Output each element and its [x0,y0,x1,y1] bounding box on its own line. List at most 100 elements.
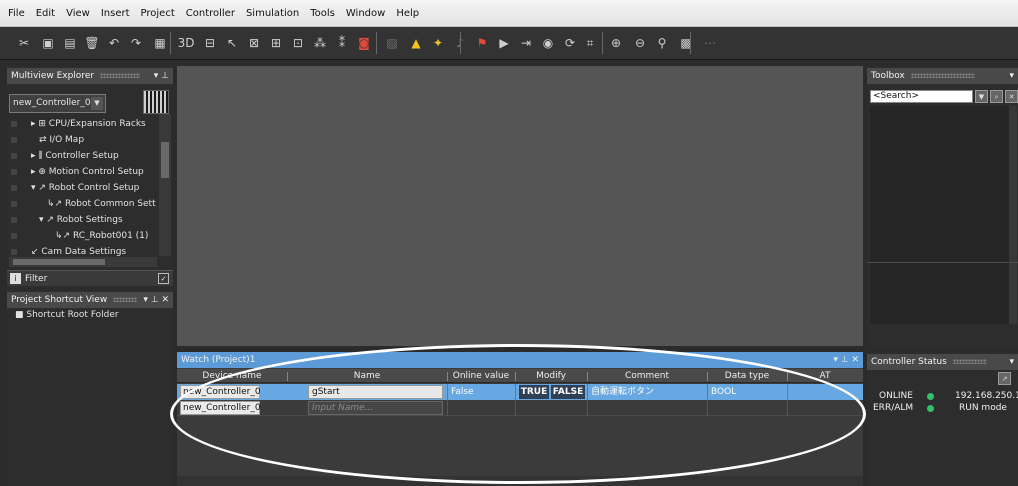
warning-icon[interactable]: ▲ [406,33,426,53]
find-icon[interactable]: ⁑ [332,33,352,53]
online-icon[interactable]: ⊠ [244,33,264,53]
divider [867,262,1018,263]
col-comment[interactable]: Comment [587,369,707,383]
menu-file[interactable]: File [8,8,25,19]
redo-icon[interactable]: ↷ [126,33,146,53]
tree-item-label: ▸ ⫼ Controller Setup [31,151,119,161]
expand-icon[interactable]: ↗ [998,372,1011,385]
menu-simulation[interactable]: Simulation [246,8,299,19]
tree-item[interactable]: ↳↗ Robot Common Sett [7,196,159,212]
controller-status-title-bar[interactable]: Controller Status ▾ [867,354,1018,370]
explorer-horizontal-scrollbar[interactable] [9,257,157,267]
chevron-down-icon[interactable]: ▾ [1009,68,1014,84]
table-row[interactable]: new_Controller_0 Input Name... [177,400,863,416]
col-device-name[interactable]: Device name [177,369,287,383]
toolbox-panel: Toolbox ▾ <Search> ▼ ⌕ ✕ [867,66,1018,346]
explorer-title-bar[interactable]: Multiview Explorer ▾ ⊥ [7,68,173,84]
cut-icon[interactable]: ✂ [14,33,34,53]
controller-status-title: Controller Status [871,357,947,367]
menu-edit[interactable]: Edit [36,8,55,19]
scrollbar-thumb[interactable] [161,142,169,178]
chevron-down-icon[interactable]: ▼ [91,97,103,110]
filter-toggle-icon[interactable]: ✓ [158,273,169,284]
step-over-icon[interactable]: ⇥ [516,33,536,53]
err-alm-label: ERR/ALM [873,403,914,413]
device-name-cell[interactable]: new_Controller_0 [180,401,261,415]
menu-tools[interactable]: Tools [310,8,335,19]
pin-icon[interactable]: ▾ ⊥ [154,68,169,84]
save-icon[interactable]: ▦ [150,33,170,53]
monitor-icon[interactable]: ▨ [382,33,402,53]
comment-cell[interactable]: 自動運転ボタン [587,384,707,400]
simulate-icon[interactable]: ▩ [676,33,696,53]
controller-select[interactable]: new_Controller_0 ▼ [9,94,106,113]
modify-true-button[interactable]: TRUE [519,385,549,399]
menu-window[interactable]: Window [346,8,385,19]
sync-icon[interactable]: ⊡ [288,33,308,53]
menu-view[interactable]: View [66,8,90,19]
toolbox-scrollbar[interactable] [1009,106,1017,324]
table-row[interactable]: new_Controller_0 gStart False TRUE FALSE… [177,384,863,400]
scrollbar-thumb[interactable] [13,259,105,265]
watch-title-bar[interactable]: Watch (Project)1 ▾ ⊥ ✕ [177,352,863,368]
tree-item[interactable]: ↳↗ RC_Robot001 (1) [7,228,159,244]
tree-item[interactable]: ▾ ↗ Robot Settings [7,212,159,228]
copy-icon[interactable]: ▣ [38,33,58,53]
variable-name-input[interactable]: gStart [308,385,443,399]
force-icon[interactable]: ✦ [428,33,448,53]
pin-close-icon[interactable]: ▾ ⊥ ✕ [833,352,859,368]
col-name[interactable]: Name [287,369,447,383]
filter-bar[interactable]: i Filter ✓ [7,270,173,286]
tree-item[interactable]: ▸ ⊞ CPU/Expansion Racks [7,116,159,132]
data-type-cell[interactable]: BOOL [707,384,787,400]
step-icon[interactable]: ▶ [494,33,514,53]
tree-gutter [11,233,17,239]
tree-item[interactable]: ▸ ⫼ Controller Setup [7,148,159,164]
search-replace-icon[interactable]: ⚲ [652,33,672,53]
modify-false-button[interactable]: FALSE [551,385,585,399]
reset-icon[interactable]: ⟳ [560,33,580,53]
tree-item[interactable]: ▾ ↗ Robot Control Setup [7,180,159,196]
tree-item[interactable]: ⇄ I/O Map [7,132,159,148]
search-dropdown-icon[interactable]: ▼ [975,90,988,103]
search-icon[interactable]: ⌕ [990,90,1003,103]
menu-help[interactable]: Help [396,8,419,19]
menu-controller[interactable]: Controller [186,8,235,19]
toolbox-search-input[interactable]: <Search> [870,90,973,103]
explorer-title: Multiview Explorer [11,71,95,81]
tree-item[interactable]: ▸ ⊕ Motion Control Setup [7,164,159,180]
menu-insert[interactable]: Insert [101,8,130,19]
clear-search-icon[interactable]: ✕ [1005,90,1018,103]
shortcut-root-folder[interactable]: ■ Shortcut Root Folder [15,310,119,320]
editor-area[interactable] [177,66,863,346]
explorer-vertical-scrollbar[interactable] [159,114,171,256]
build-icon[interactable]: ⊟ [200,33,220,53]
pointer-icon[interactable]: ↖ [222,33,242,53]
variable-name-input[interactable]: Input Name... [308,401,443,415]
toolbox-title-bar[interactable]: Toolbox ▾ [867,68,1018,84]
col-at[interactable]: AT [787,369,863,383]
zoom-fit-icon[interactable]: ⌗ [580,33,600,53]
stop-icon[interactable]: ◙ [354,33,374,53]
3d-icon[interactable]: 3D [176,33,196,53]
shortcut-title-bar[interactable]: Project Shortcut View ▾ ⊥ ✕ [7,292,173,308]
zoom-in-icon[interactable]: ⊕ [606,33,626,53]
delete-icon[interactable]: 🗑 [82,33,102,53]
watch-horizontal-scrollbar[interactable] [177,476,863,486]
paste-icon[interactable]: ▤ [60,33,80,53]
col-data-type[interactable]: Data type [707,369,787,383]
trace-icon[interactable]: ⋯ [700,33,720,53]
col-modify[interactable]: Modify [515,369,587,383]
zoom-out-icon[interactable]: ⊖ [630,33,650,53]
run-icon[interactable]: ◉ [538,33,558,53]
pin-close-icon[interactable]: ▾ ⊥ ✕ [143,292,169,308]
tree-gutter [11,217,17,223]
compare-icon[interactable]: ⊞ [266,33,286,53]
undo-icon[interactable]: ↶ [104,33,124,53]
menu-project[interactable]: Project [141,8,175,19]
device-name-cell[interactable]: new_Controller_0 [180,385,261,399]
breakpoint-icon[interactable]: ⚑ [472,33,492,53]
transfer-icon[interactable]: ⁂ [310,33,330,53]
col-online-value[interactable]: Online value [447,369,515,383]
chevron-down-icon[interactable]: ▾ [1009,354,1014,370]
